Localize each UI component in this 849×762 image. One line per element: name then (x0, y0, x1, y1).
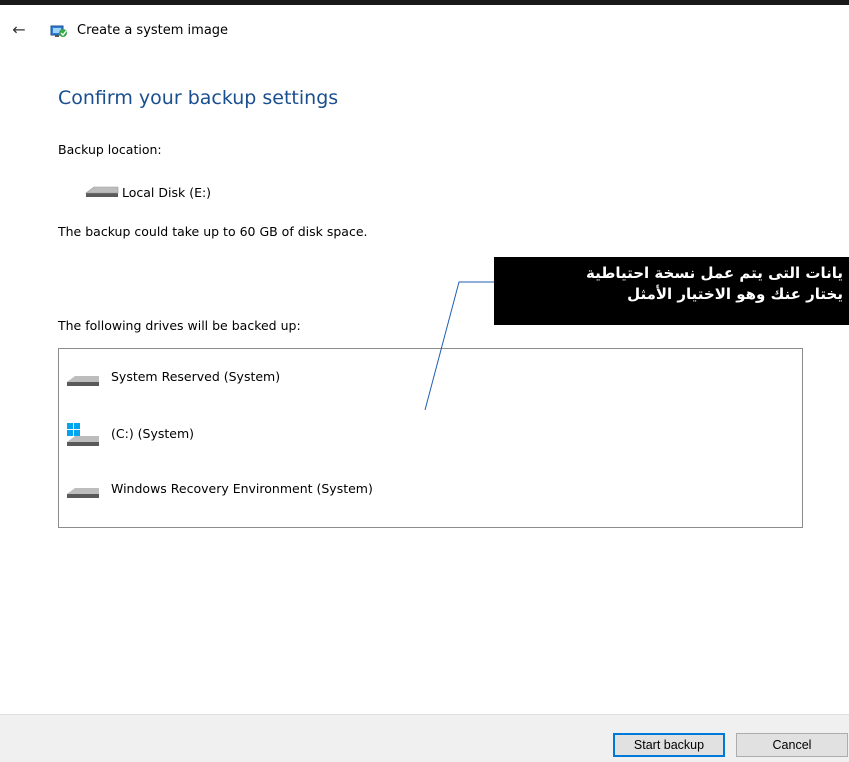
drive-label: (C:) (System) (111, 426, 195, 441)
drive-label: Windows Recovery Environment (System) (111, 481, 373, 496)
callout-line-2: يختار عنك وهو الاختيار الأمثل (627, 285, 843, 303)
backup-location-label: Backup location: (58, 142, 162, 157)
window-top-strip (0, 0, 849, 5)
windows-disk-icon (67, 423, 99, 446)
callout-line-1: يانات التى يتم عمل نسخة احتياطية (586, 264, 843, 282)
backup-app-icon (50, 25, 67, 37)
list-item: Windows Recovery Environment (System) (59, 481, 802, 517)
footer-bar: Start backup Cancel (0, 714, 849, 762)
drive-list: System Reserved (System) (C:) (System) W… (58, 348, 803, 528)
cancel-button[interactable]: Cancel (736, 733, 848, 757)
annotation-callout: يانات التى يتم عمل نسخة احتياطية يختار ع… (494, 257, 849, 325)
back-arrow-icon[interactable]: ← (9, 20, 29, 40)
space-notice: The backup could take up to 60 GB of dis… (58, 224, 368, 239)
page-heading: Confirm your backup settings (58, 87, 339, 109)
disk-icon (85, 186, 119, 197)
window-title: Create a system image (77, 23, 229, 38)
start-backup-button[interactable]: Start backup (613, 733, 725, 757)
drives-label: The following drives will be backed up: (58, 318, 301, 333)
disk-icon (67, 376, 99, 386)
list-item: System Reserved (System) (59, 367, 802, 397)
backup-location-value: Local Disk (E:) (122, 185, 212, 200)
drive-label: System Reserved (System) (111, 369, 281, 384)
list-item: (C:) (System) (59, 423, 802, 463)
disk-icon (67, 488, 99, 498)
